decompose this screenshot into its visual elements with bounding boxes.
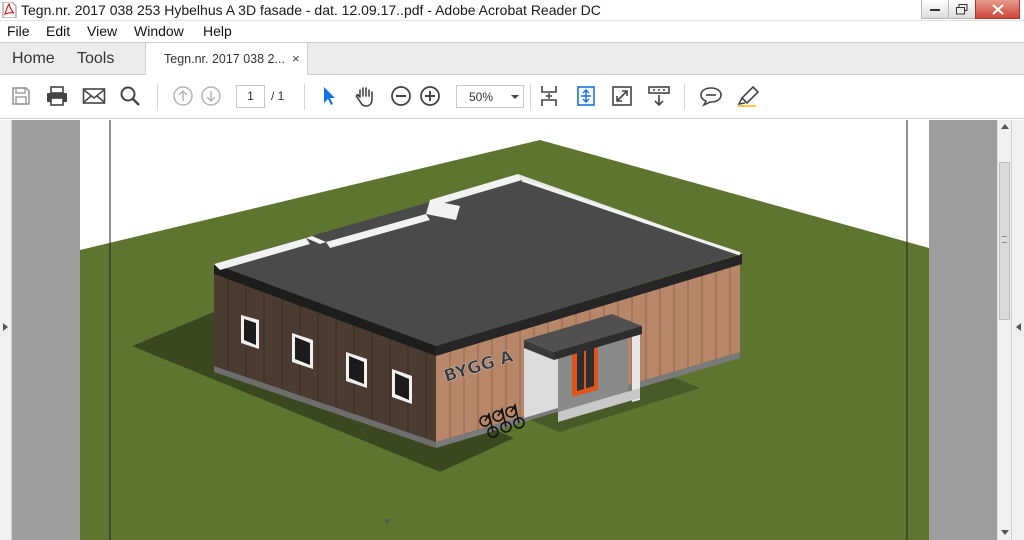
save-icon [12, 87, 30, 105]
minimize-icon [929, 9, 940, 11]
read-mode-icon [648, 86, 670, 107]
page-total: / 1 [271, 89, 285, 103]
menu-bar: File Edit View Window Help [0, 21, 1024, 42]
scroll-thumb[interactable] [999, 162, 1010, 320]
toolbar-separator [157, 84, 158, 110]
close-icon [991, 3, 1004, 15]
menu-help[interactable]: Help [203, 23, 232, 39]
next-page-icon [201, 86, 221, 106]
toolbar-separator [684, 84, 685, 110]
window-title: Tegn.nr. 2017 038 253 Hybelhus A 3D fasa… [21, 2, 601, 18]
scroll-down-icon[interactable] [1001, 530, 1009, 535]
next-page-button[interactable] [198, 83, 224, 109]
hand-tool-button[interactable] [352, 83, 378, 109]
menu-edit[interactable]: Edit [46, 23, 70, 39]
zoom-out-button[interactable] [388, 83, 414, 109]
vertical-scrollbar[interactable] [997, 120, 1011, 540]
toolbar-separator [304, 84, 305, 110]
hand-icon [355, 87, 373, 107]
close-window-button[interactable] [975, 0, 1020, 19]
expand-left-pane-icon [3, 323, 8, 331]
email-button[interactable] [81, 83, 107, 109]
window [241, 315, 259, 349]
print-button[interactable] [44, 83, 70, 109]
email-icon [82, 88, 106, 104]
scroll-up-icon[interactable] [1001, 124, 1009, 129]
document-tab-title: Tegn.nr. 2017 038 2... [164, 52, 285, 66]
zoom-out-icon [391, 86, 411, 106]
save-button[interactable] [8, 83, 34, 109]
grip-icon [1002, 236, 1007, 243]
tab-home[interactable]: Home [12, 50, 55, 68]
fit-page-button[interactable] [573, 83, 599, 109]
tab-bar: Home Tools Tegn.nr. 2017 038 2... × [0, 42, 1024, 76]
menu-view[interactable]: View [87, 23, 117, 39]
read-mode-button[interactable] [646, 83, 672, 109]
maximize-button[interactable] [948, 0, 975, 19]
zoom-in-button[interactable] [417, 83, 443, 109]
building-3d-rendering: BYGG A [80, 120, 929, 540]
search-icon [120, 86, 140, 106]
minimize-button[interactable] [921, 0, 948, 19]
page-number-input[interactable]: 1 [236, 85, 265, 108]
toolbar-separator [530, 84, 531, 110]
highlight-button[interactable] [735, 83, 761, 109]
prev-page-icon [173, 86, 193, 106]
print-icon [47, 86, 67, 106]
pdf-icon [2, 2, 17, 18]
scroll-mode-button[interactable] [536, 83, 562, 109]
previous-page-button[interactable] [170, 83, 196, 109]
menu-window[interactable]: Window [134, 23, 184, 39]
document-viewport[interactable]: BYGG A [0, 120, 1024, 540]
close-tab-icon[interactable]: × [292, 51, 300, 66]
document-tab[interactable]: Tegn.nr. 2017 038 2... × [145, 43, 308, 76]
select-icon [324, 87, 335, 105]
fit-page-icon [577, 86, 595, 106]
left-panel-toggle[interactable] [0, 120, 12, 540]
full-screen-button[interactable] [609, 83, 635, 109]
zoom-in-icon [420, 86, 440, 106]
highlight-icon [737, 85, 760, 107]
pdf-page: BYGG A [80, 120, 929, 540]
tab-tools[interactable]: Tools [77, 50, 114, 68]
full-screen-icon [612, 86, 632, 106]
comment-icon [700, 87, 722, 107]
search-button[interactable] [117, 83, 143, 109]
chevron-down-icon [511, 95, 519, 99]
expand-right-pane-icon [1016, 323, 1021, 331]
restore-icon [956, 3, 968, 14]
right-margin [929, 120, 997, 540]
page-marker [385, 519, 389, 523]
select-tool-button[interactable] [316, 83, 342, 109]
menu-file[interactable]: File [7, 23, 30, 39]
zoom-value: 50% [469, 90, 494, 104]
title-bar: Tegn.nr. 2017 038 253 Hybelhus A 3D fasa… [0, 0, 1024, 21]
toolbar: 1 / 1 50% [0, 75, 1024, 119]
scroll-mode-icon [541, 86, 557, 106]
comment-button[interactable] [698, 83, 724, 109]
zoom-select[interactable]: 50% [456, 85, 524, 108]
right-panel-toggle[interactable] [1011, 120, 1024, 540]
